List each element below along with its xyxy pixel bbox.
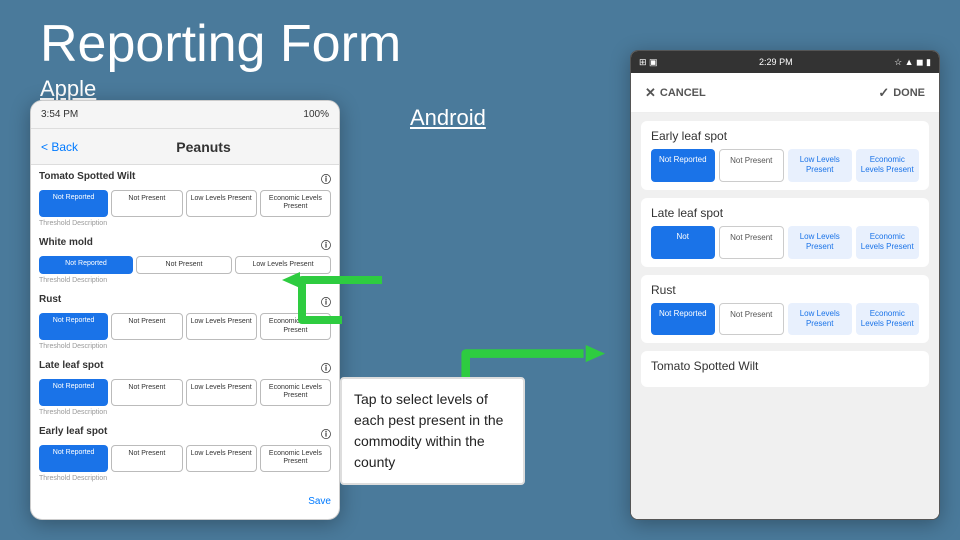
ios-pest-3-desc: Threshold Description bbox=[39, 343, 331, 350]
ios-pest-5-title: Early leaf spot ⓘ bbox=[39, 426, 331, 441]
title-area: Reporting Form Apple bbox=[40, 18, 401, 102]
android-pest3-not-reported[interactable]: Not Reported bbox=[651, 303, 715, 336]
android-pest-3-buttons: Not Reported Not Present Low Levels Pres… bbox=[651, 303, 919, 336]
android-pest-1-card: Early leaf spot Not Reported Not Present… bbox=[641, 121, 929, 190]
page-title: Reporting Form bbox=[40, 18, 401, 70]
apple-label: Apple bbox=[40, 76, 401, 102]
android-pest1-economic[interactable]: Economic Levels Present bbox=[856, 149, 920, 182]
ios-pest-5-buttons: Not Reported Not Present Low Levels Pres… bbox=[39, 445, 331, 472]
android-done-button[interactable]: ✓ DONE bbox=[878, 85, 925, 101]
android-pest3-not-present[interactable]: Not Present bbox=[719, 303, 785, 336]
android-icons-left: ⊞ ▣ bbox=[639, 57, 658, 68]
ios-pest3-btn-low-levels[interactable]: Low Levels Present bbox=[186, 313, 257, 340]
ios-btn-not-reported[interactable]: Not Reported bbox=[39, 190, 108, 217]
ios-pest3-btn-not-present[interactable]: Not Present bbox=[111, 313, 182, 340]
ios-pest5-btn-low-levels[interactable]: Low Levels Present bbox=[186, 445, 257, 472]
ios-pest4-btn-economic[interactable]: Economic Levels Present bbox=[260, 379, 331, 406]
ios-page-title: Peanuts bbox=[176, 139, 230, 155]
android-icons-right: ☆ ▲ ◼ ▮ bbox=[894, 57, 931, 68]
ios-pest2-btn-not-reported[interactable]: Not Reported bbox=[39, 256, 133, 274]
ios-btn-economic[interactable]: Economic Levels Present bbox=[260, 190, 331, 217]
android-pest1-low-levels[interactable]: Low Levels Present bbox=[788, 149, 852, 182]
ios-pest-5: Early leaf spot ⓘ Not Reported Not Prese… bbox=[39, 426, 331, 482]
ios-pest4-btn-not-reported[interactable]: Not Reported bbox=[39, 379, 108, 406]
android-pest2-economic[interactable]: Economic Levels Present bbox=[856, 226, 920, 259]
callout-text: Tap to select levels of each pest presen… bbox=[354, 391, 503, 470]
android-pest-3-title: Rust bbox=[651, 283, 919, 297]
android-nav-bar: ✕ CANCEL ✓ DONE bbox=[631, 73, 939, 113]
android-pest-1-title: Early leaf spot bbox=[651, 129, 919, 143]
cancel-x-icon: ✕ bbox=[645, 85, 656, 101]
android-pest-2-buttons: Not Not Present Low Levels Present Econo… bbox=[651, 226, 919, 259]
ios-pest-4-buttons: Not Reported Not Present Low Levels Pres… bbox=[39, 379, 331, 406]
ios-pest-1: Tomato Spotted Wilt ⓘ Not Reported Not P… bbox=[39, 171, 331, 227]
ios-content: Tomato Spotted Wilt ⓘ Not Reported Not P… bbox=[31, 165, 339, 517]
android-label: Android bbox=[410, 105, 486, 131]
android-pest1-not-reported[interactable]: Not Reported bbox=[651, 149, 715, 182]
callout-box: Tap to select levels of each pest presen… bbox=[340, 377, 525, 485]
ios-pest-4: Late leaf spot ⓘ Not Reported Not Presen… bbox=[39, 360, 331, 416]
android-pest2-not[interactable]: Not bbox=[651, 226, 715, 259]
ios-pest4-btn-not-present[interactable]: Not Present bbox=[111, 379, 182, 406]
android-pest2-low-levels[interactable]: Low Levels Present bbox=[788, 226, 852, 259]
arrow-left bbox=[282, 270, 402, 330]
android-pest3-low-levels[interactable]: Low Levels Present bbox=[788, 303, 852, 336]
ios-pest2-btn-not-present[interactable]: Not Present bbox=[136, 256, 232, 274]
android-pest-4-card: Tomato Spotted Wilt bbox=[641, 351, 929, 387]
android-pest-4-title: Tomato Spotted Wilt bbox=[651, 359, 919, 373]
android-pest-2-card: Late leaf spot Not Not Present Low Level… bbox=[641, 198, 929, 267]
ios-btn-low-levels[interactable]: Low Levels Present bbox=[186, 190, 257, 217]
ios-back-button[interactable]: < Back bbox=[41, 140, 78, 154]
android-phone: ⊞ ▣ 2:29 PM ☆ ▲ ◼ ▮ ✕ CANCEL ✓ DONE Earl… bbox=[630, 50, 940, 520]
ios-pest-4-desc: Threshold Description bbox=[39, 409, 331, 416]
android-pest3-economic[interactable]: Economic Levels Present bbox=[856, 303, 920, 336]
android-pest-3-card: Rust Not Reported Not Present Low Levels… bbox=[641, 275, 929, 344]
android-pest-2-title: Late leaf spot bbox=[651, 206, 919, 220]
ios-pest-4-title: Late leaf spot ⓘ bbox=[39, 360, 331, 375]
ios-pest5-btn-not-reported[interactable]: Not Reported bbox=[39, 445, 108, 472]
ios-pest-1-buttons: Not Reported Not Present Low Levels Pres… bbox=[39, 190, 331, 217]
android-content: Early leaf spot Not Reported Not Present… bbox=[631, 113, 939, 519]
ios-btn-not-present[interactable]: Not Present bbox=[111, 190, 182, 217]
ios-pest5-btn-economic[interactable]: Economic Levels Present bbox=[260, 445, 331, 472]
android-status-bar: ⊞ ▣ 2:29 PM ☆ ▲ ◼ ▮ bbox=[631, 51, 939, 73]
ios-pest-1-title: Tomato Spotted Wilt ⓘ bbox=[39, 171, 331, 186]
ios-pest3-btn-not-reported[interactable]: Not Reported bbox=[39, 313, 108, 340]
ios-nav-bar: < Back Peanuts bbox=[31, 129, 339, 165]
ios-pest4-btn-low-levels[interactable]: Low Levels Present bbox=[186, 379, 257, 406]
ios-battery: 100% bbox=[303, 109, 329, 120]
android-pest1-not-present[interactable]: Not Present bbox=[719, 149, 785, 182]
ios-save-button[interactable]: Save bbox=[39, 492, 331, 511]
android-pest2-not-present[interactable]: Not Present bbox=[719, 226, 785, 259]
android-time: 2:29 PM bbox=[759, 57, 793, 67]
ios-pest-5-desc: Threshold Description bbox=[39, 475, 331, 482]
ios-pest-2-title: White mold ⓘ bbox=[39, 237, 331, 252]
ios-time: 3:54 PM bbox=[41, 109, 78, 120]
android-cancel-button[interactable]: ✕ CANCEL bbox=[645, 85, 706, 101]
done-check-icon: ✓ bbox=[878, 85, 889, 101]
ios-pest5-btn-not-present[interactable]: Not Present bbox=[111, 445, 182, 472]
android-pest-1-buttons: Not Reported Not Present Low Levels Pres… bbox=[651, 149, 919, 182]
ios-status-bar: 3:54 PM 100% bbox=[31, 101, 339, 129]
ios-pest-1-desc: Threshold Description bbox=[39, 220, 331, 227]
